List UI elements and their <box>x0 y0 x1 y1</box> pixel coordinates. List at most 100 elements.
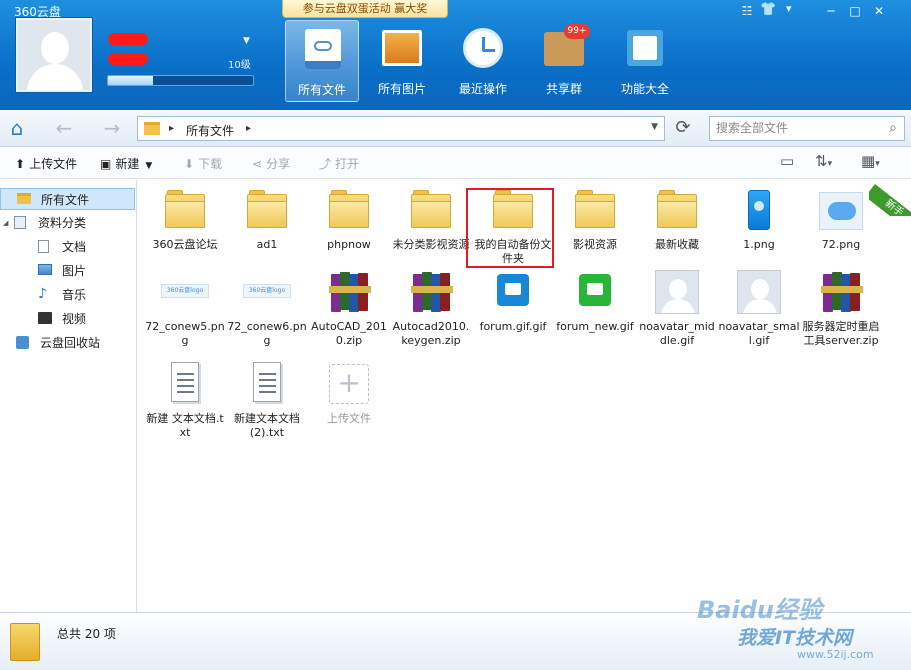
sidebar-item-label: 音乐 <box>62 288 87 302</box>
refresh-icon[interactable]: ⟳ <box>671 117 695 141</box>
file-item[interactable]: 360云盘logo 72_conew6.png <box>226 270 308 348</box>
maximize-icon[interactable]: □ <box>843 2 867 20</box>
nav-cloud-drive[interactable]: 所有文件 <box>285 20 359 102</box>
preview-pane-icon[interactable]: ▭ <box>780 152 794 170</box>
search-icon[interactable]: ⌕ <box>889 117 897 140</box>
file-name: 服务器定时重启工具server.zip <box>802 320 880 347</box>
file-name: 72_conew6.png <box>227 320 307 347</box>
folder-item[interactable]: 360云盘论坛 <box>144 188 226 252</box>
file-item[interactable]: forum.gif.gif <box>472 270 554 334</box>
download-button[interactable]: ⬇ 下载 <box>184 155 222 172</box>
png-file-icon: 360云盘logo <box>161 270 209 314</box>
shirt-icon[interactable]: 👕 <box>760 2 776 17</box>
folder-item[interactable]: ad1 <box>226 188 308 252</box>
gif-file-icon <box>573 270 617 314</box>
text-file-icon <box>245 362 289 406</box>
share-button[interactable]: ⋖ 分享 <box>252 155 290 172</box>
gif-file-icon <box>655 270 699 314</box>
folder-item[interactable]: phpnow <box>308 188 390 252</box>
file-name: 1.png <box>743 238 775 251</box>
search-input[interactable]: 搜索全部文件 ⌕ <box>709 116 905 141</box>
forward-arrow-icon[interactable]: → <box>98 117 126 141</box>
sidebar-item-folder[interactable]: 所有文件 <box>0 188 135 210</box>
nav-clock[interactable]: 最近操作 <box>446 20 520 102</box>
category-icon <box>14 216 28 229</box>
file-name: 72_conew5.png <box>145 320 225 347</box>
sidebar-item-video[interactable]: 视频 <box>0 308 135 330</box>
home-icon[interactable]: ⌂ <box>4 116 30 142</box>
sidebar-item-music[interactable]: ♪ 音乐 <box>0 284 135 306</box>
share-group-icon: 99+ <box>542 24 590 70</box>
nav-tools[interactable]: 功能大全 <box>608 20 682 102</box>
upload-button[interactable]: ⬆ 上传文件 <box>15 155 77 172</box>
sidebar-item-document[interactable]: 文档 <box>0 236 135 258</box>
minimize-icon[interactable]: ─ <box>819 2 843 20</box>
file-item[interactable]: forum_new.gif <box>554 270 636 334</box>
watermark-url: www.52ij.com <box>797 648 874 661</box>
folder-item[interactable]: 影视资源 <box>554 188 636 252</box>
new-button[interactable]: ▣ 新建 ▼ <box>100 155 152 172</box>
folder-icon <box>245 188 289 232</box>
username-redacted <box>108 33 148 45</box>
path-dropdown-icon[interactable]: ▼ <box>651 122 658 132</box>
file-item[interactable]: 新建文本文档 (2).txt <box>226 362 308 440</box>
share-icon: ⋖ <box>252 157 263 171</box>
nav-label: 功能大全 <box>620 82 669 96</box>
zip-archive-icon <box>409 270 453 314</box>
file-item[interactable]: AutoCAD_2010.zip <box>308 270 390 348</box>
toolbar: ⬆ 上传文件 ▣ 新建 ▼ ⬇ 下载 ⋖ 分享 ⤴ 打开 ▭ ⇅▾ ▦▾ <box>0 147 911 179</box>
account-redacted <box>108 53 148 65</box>
png-file-icon <box>737 188 781 232</box>
menu-icon[interactable]: ☷ <box>735 2 759 20</box>
view-mode-icon[interactable]: ▦▾ <box>861 152 880 170</box>
sidebar-item-category[interactable]: ◢ 资料分类 <box>0 212 135 234</box>
cloud-drive-icon <box>301 27 345 71</box>
open-icon: ⤴ <box>319 157 332 171</box>
level-progress-bar <box>107 75 254 86</box>
sidebar-item-recycle-bin[interactable]: 云盘回收站 <box>0 332 135 354</box>
close-icon[interactable]: ✕ <box>867 2 891 20</box>
nav-label: 最近操作 <box>458 82 507 96</box>
sidebar: 所有文件 ◢ 资料分类 文档 图片 ♪ 音乐视频 云盘回收站 <box>0 180 137 612</box>
sidebar-item-image[interactable]: 图片 <box>0 260 135 282</box>
new-user-tag[interactable]: 新手 <box>869 180 911 216</box>
open-button[interactable]: ⤴ 打开 <box>319 155 359 172</box>
file-item[interactable]: Autocad2010.keygen.zip <box>390 270 472 348</box>
file-item[interactable]: 360云盘logo 72_conew5.png <box>144 270 226 348</box>
path-box[interactable]: ▸ 所有文件 ▸ ▼ <box>137 116 665 141</box>
dropdown-icon[interactable]: ▾ <box>786 2 792 15</box>
file-name: ad1 <box>256 238 278 251</box>
upload-file-tile[interactable]: + 上传文件 <box>308 362 390 426</box>
selection-highlight-box <box>466 188 554 268</box>
chevron-down-icon: ▼ <box>145 161 153 171</box>
nav-share-group[interactable]: 99+ 共享群 <box>527 20 601 102</box>
sort-icon[interactable]: ⇅▾ <box>815 152 832 170</box>
folder-icon <box>573 188 617 232</box>
upload-label: 上传文件 <box>29 157 78 171</box>
tools-icon <box>623 26 667 70</box>
nav-label: 共享群 <box>545 82 582 96</box>
file-item[interactable]: noavatar_small.gif <box>718 270 800 348</box>
file-item[interactable]: 新建 文本文档.txt <box>144 362 226 440</box>
video-icon <box>38 312 52 325</box>
watermark-baidu: Baidu经验 <box>697 596 822 624</box>
nav-pictures[interactable]: 所有图片 <box>365 20 439 102</box>
back-arrow-icon[interactable]: ← <box>50 117 78 141</box>
title-bar-header: 360云盘 参与云盘双蛋活动 赢大奖 ☷ ─ □ ✕ 👕 ▾ ▼ 10级 所有文… <box>0 0 911 110</box>
folder-icon <box>163 188 207 232</box>
folder-item[interactable]: 未分类影视资源 <box>390 188 472 252</box>
avatar[interactable] <box>16 18 92 92</box>
file-item[interactable]: noavatar_middle.gif <box>636 270 718 348</box>
file-item[interactable]: 服务器定时重启工具server.zip <box>800 270 882 348</box>
expand-arrow-icon[interactable]: ◢ <box>3 212 8 234</box>
text-file-icon <box>163 362 207 406</box>
file-name: 上传文件 <box>327 412 371 425</box>
user-menu-arrow-icon[interactable]: ▼ <box>243 36 250 46</box>
folder-item[interactable]: 最新收藏 <box>636 188 718 252</box>
music-icon: ♪ <box>38 286 47 302</box>
file-item[interactable]: 1.png <box>718 188 800 252</box>
new-folder-icon: ▣ <box>100 157 112 171</box>
breadcrumb[interactable]: 所有文件 <box>186 122 234 139</box>
promo-banner[interactable]: 参与云盘双蛋活动 赢大奖 <box>282 0 448 18</box>
image-icon <box>38 264 52 277</box>
